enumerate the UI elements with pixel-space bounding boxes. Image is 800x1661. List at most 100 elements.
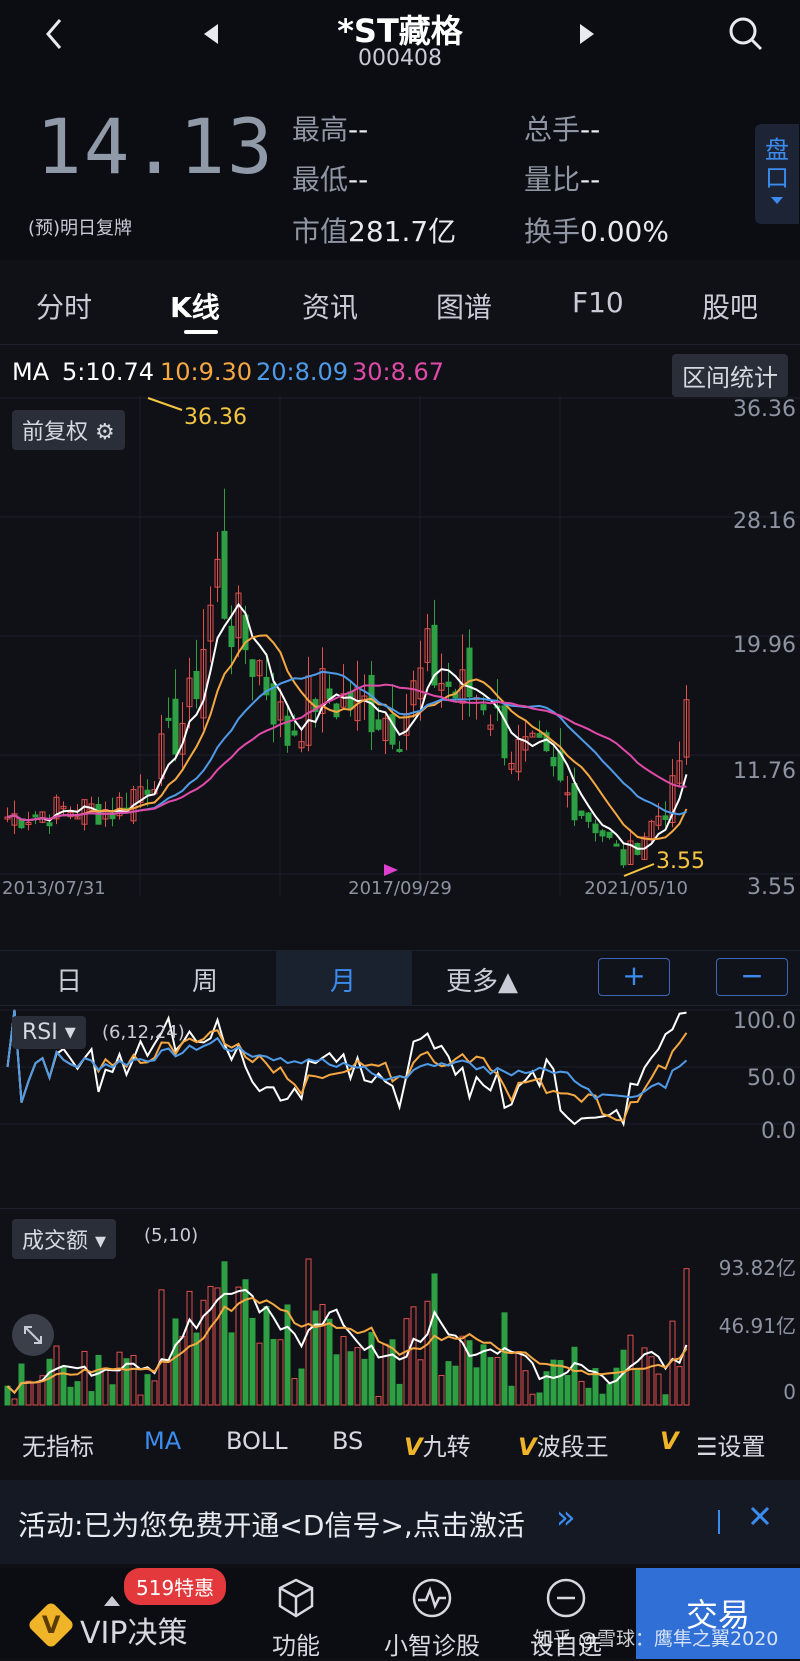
amount-bar bbox=[655, 1373, 662, 1406]
kline-candle bbox=[291, 730, 298, 736]
rsi-y-tick-label: 0.0 bbox=[761, 1119, 796, 1144]
settings-icon: ☰ bbox=[696, 1433, 718, 1461]
amount-bar bbox=[116, 1351, 123, 1406]
kline-candle bbox=[536, 733, 543, 738]
indicator-boduanwang[interactable]: V波段王 bbox=[518, 1427, 609, 1462]
amount-bar bbox=[67, 1386, 74, 1406]
zoom-out-button[interactable]: − bbox=[716, 958, 788, 996]
amount-bar bbox=[277, 1339, 284, 1406]
tab-forum[interactable]: 股吧 bbox=[702, 286, 758, 326]
amount-bar bbox=[284, 1304, 291, 1406]
amount-bar bbox=[676, 1366, 683, 1406]
function-button[interactable]: 功能 bbox=[232, 1568, 360, 1660]
amount-bar bbox=[438, 1374, 445, 1406]
promo-text: 活动:已为您免费开通<D信号>,点击激活 bbox=[18, 1509, 525, 1542]
stock-code: 000408 bbox=[358, 46, 442, 71]
kline-candle bbox=[613, 843, 620, 847]
amount-bar bbox=[333, 1354, 340, 1406]
amount-y-tick-label: 0 bbox=[783, 1380, 796, 1404]
amount-bar bbox=[347, 1351, 354, 1406]
x-tick-label: 2013/07/31 bbox=[2, 878, 106, 899]
pankou-button[interactable]: 盘口 bbox=[755, 124, 799, 224]
adjust-dropdown[interactable]: 前复权 ⚙ bbox=[12, 410, 125, 450]
amount-bar bbox=[410, 1306, 417, 1406]
indicator-bs[interactable]: BS bbox=[332, 1427, 363, 1455]
amount-ma-line-5 bbox=[6, 1288, 688, 1395]
amount-bar bbox=[221, 1261, 228, 1406]
promo-banner[interactable]: 活动:已为您免费开通<D信号>,点击激活 » bbox=[0, 1480, 800, 1564]
period-month[interactable]: 月 bbox=[330, 961, 356, 998]
amount-bar bbox=[32, 1381, 39, 1406]
amount-bar bbox=[585, 1387, 592, 1406]
amount-bar bbox=[522, 1370, 529, 1406]
amount-dropdown[interactable]: 成交额 ▾ bbox=[12, 1219, 117, 1259]
main-tabs: 分时 K线 资讯 图谱 F10 股吧 bbox=[0, 272, 800, 345]
rsi-chart[interactable]: 100.0 50.0 0.0 RSI ▾ (6,12,24) bbox=[0, 1006, 800, 1206]
period-week[interactable]: 周 bbox=[192, 961, 218, 998]
amount-bar bbox=[270, 1338, 277, 1406]
tab-kline[interactable]: K线 bbox=[170, 286, 220, 326]
zoom-in-button[interactable]: + bbox=[598, 958, 670, 996]
indicator-settings[interactable]: ☰设置 bbox=[696, 1427, 766, 1462]
indicator-jiuzhuan[interactable]: V九转 bbox=[404, 1427, 471, 1462]
pulse-icon bbox=[412, 1578, 452, 1618]
period-more[interactable]: 更多▲ bbox=[446, 961, 518, 998]
amount-bar bbox=[571, 1346, 578, 1406]
diagnosis-button[interactable]: 小智诊股 bbox=[364, 1568, 500, 1660]
amount-bar bbox=[620, 1349, 627, 1406]
max-price-label: 36.36 bbox=[184, 405, 247, 430]
tab-graph[interactable]: 图谱 bbox=[436, 286, 492, 326]
tab-fenshi[interactable]: 分时 bbox=[36, 286, 92, 326]
pankou-label: 盘口 bbox=[765, 136, 789, 192]
kline-candle bbox=[193, 670, 200, 700]
amount-chart[interactable]: 93.82亿 46.91亿 0 成交额 ▾ (5,10) bbox=[0, 1208, 800, 1409]
close-icon[interactable] bbox=[746, 1502, 774, 1534]
amount-bar bbox=[151, 1380, 158, 1406]
minus-circle-icon bbox=[546, 1578, 586, 1618]
amount-bar bbox=[361, 1358, 368, 1406]
period-selector: 日 周 月 更多▲ + − bbox=[0, 950, 800, 1006]
kline-candle bbox=[46, 822, 53, 827]
fullscreen-icon[interactable] bbox=[12, 1314, 54, 1356]
amount-bar bbox=[263, 1306, 270, 1406]
amount-bar bbox=[515, 1351, 522, 1406]
next-stock-icon[interactable] bbox=[576, 22, 598, 50]
rsi-label: RSI bbox=[22, 1020, 58, 1045]
promo-arrow-icon: » bbox=[556, 1498, 576, 1536]
ma10-value: 10:9.30 bbox=[160, 358, 253, 386]
kline-chart[interactable]: 36.36 28.16 19.96 11.76 3.55 2013/07/31 2017/0… bbox=[0, 396, 800, 948]
amount-bar bbox=[95, 1354, 102, 1406]
indicator-ma[interactable]: MA bbox=[144, 1427, 181, 1455]
x-tick-label: 2017/09/29 bbox=[348, 878, 452, 899]
amount-bar bbox=[382, 1343, 389, 1406]
amount-bar bbox=[249, 1317, 256, 1406]
amount-bar bbox=[291, 1378, 298, 1406]
amount-bar bbox=[606, 1383, 613, 1406]
period-day[interactable]: 日 bbox=[56, 961, 82, 998]
stat-low: 最低-- bbox=[292, 158, 368, 198]
interval-stats-button[interactable]: 区间统计 bbox=[672, 354, 788, 397]
indicator-boduanwang-label: 波段王 bbox=[536, 1433, 609, 1461]
kline-candle bbox=[32, 814, 39, 818]
amount-svg: 93.82亿 46.91亿 0 bbox=[4, 1256, 796, 1406]
amount-bar bbox=[466, 1340, 473, 1406]
stat-ratio: 量比-- bbox=[524, 158, 600, 198]
vip-decision-button[interactable]: 519特惠 V VIP决策 bbox=[0, 1568, 232, 1659]
search-icon[interactable] bbox=[726, 14, 766, 58]
indicator-boll[interactable]: BOLL bbox=[226, 1427, 288, 1455]
amount-y-tick-label: 93.82亿 bbox=[719, 1256, 796, 1280]
kline-candle bbox=[375, 719, 382, 730]
amount-bar bbox=[368, 1332, 375, 1406]
kline-candle bbox=[221, 530, 228, 619]
kline-candle bbox=[466, 647, 473, 698]
amount-bar bbox=[179, 1335, 186, 1406]
amount-bar bbox=[298, 1368, 305, 1406]
y-tick-label: 11.76 bbox=[733, 759, 796, 784]
amount-bar bbox=[74, 1381, 81, 1406]
indicator-none[interactable]: 无指标 bbox=[22, 1427, 94, 1462]
kline-svg: 36.36 28.16 19.96 11.76 3.55 2013/07/31 2017/0… bbox=[0, 396, 800, 900]
tab-f10[interactable]: F10 bbox=[572, 286, 624, 319]
rsi-dropdown[interactable]: RSI ▾ bbox=[12, 1016, 86, 1049]
tab-news[interactable]: 资讯 bbox=[302, 286, 358, 326]
stat-volume-label: 总手 bbox=[524, 113, 581, 146]
